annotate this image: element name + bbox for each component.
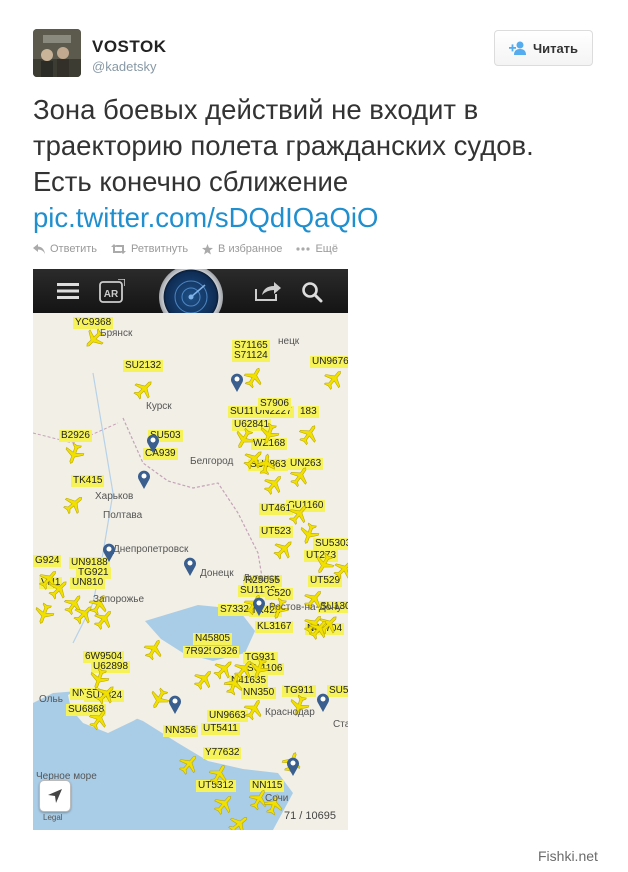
flight-label[interactable]: UN810 [70,577,106,589]
flight-label[interactable]: SU2132 [123,360,164,372]
aircraft-icon[interactable] [258,422,280,445]
aircraft-icon[interactable] [223,673,245,696]
aircraft-icon[interactable] [308,618,330,640]
aircraft-icon[interactable] [298,522,320,545]
airport-pin-icon[interactable] [183,556,197,576]
city-label: Харьков [95,491,134,502]
aircraft-icon[interactable] [33,602,55,625]
aircraft-icon[interactable] [208,763,230,786]
city-label: Брянск [100,328,133,339]
author-handle[interactable]: @kadetsky [92,59,157,74]
airport-pin-icon[interactable] [252,596,266,616]
flight-label[interactable]: B2926 [59,430,92,442]
favorite-label: В избранное [218,243,283,255]
aircraft-icon[interactable] [333,558,348,580]
menu-icon[interactable] [57,282,79,300]
more-action[interactable]: Ещё [296,243,338,255]
aircraft-icon[interactable] [273,538,295,560]
city-label: Ста [333,719,348,730]
aircraft-icon[interactable] [193,668,215,690]
location-arrow-icon [48,789,62,803]
flight-label[interactable]: TK415 [71,475,105,487]
aircraft-icon[interactable] [298,423,320,446]
add-user-icon [508,41,527,55]
tweet-media-link[interactable]: pic.twitter.com/sDQdIQaQiO [33,200,593,236]
aircraft-icon[interactable] [243,366,265,389]
city-label: Краснодар [265,707,315,718]
city-label: Ростов-на-Дону [269,602,342,613]
share-icon[interactable] [254,281,282,301]
reply-action[interactable]: Ответить [33,243,97,255]
flight-label[interactable]: Y77632 [203,747,242,759]
follow-button[interactable]: Читать [494,30,593,66]
more-label: Ещё [315,243,338,255]
aircraft-icon[interactable] [178,753,200,775]
city-label: Донецк [200,568,234,579]
flight-label[interactable]: NN356 [163,725,199,737]
city-label: Сочи [265,793,289,804]
flight-map[interactable]: YC9368 SU2132 S71165 S71124 UN9676 SU503 CA939… [33,313,348,830]
favorite-action[interactable]: В избранное [202,243,282,255]
retweet-icon [111,244,127,254]
reply-icon [33,244,45,254]
aircraft-icon[interactable] [95,683,117,705]
flight-label[interactable]: S71124 [232,350,270,362]
author-name[interactable]: VOSTOK [92,37,166,57]
app-toolbar: AR [33,269,348,329]
aircraft-icon[interactable] [143,638,165,661]
flight-tracker-screenshot[interactable]: AR YC9368 SU2132 S71165 S71124 UN9676 SU… [33,269,348,830]
aircraft-icon[interactable] [323,368,345,390]
aircraft-icon[interactable] [88,708,110,731]
aircraft-icon[interactable] [263,473,285,495]
locate-me-button[interactable] [39,780,71,812]
city-label: нецк [278,336,300,347]
city-label: Полтава [103,510,143,521]
aircraft-icon[interactable] [93,608,115,630]
city-label: Белгород [190,456,234,467]
flight-label[interactable]: S7906 [258,398,291,410]
airport-pin-icon[interactable] [102,542,116,562]
aircraft-icon[interactable] [243,698,265,721]
airport-pin-icon[interactable] [316,692,330,712]
svg-text:AR: AR [104,289,119,300]
legal-link[interactable]: Legal [43,813,63,822]
flight-label[interactable]: UT523 [259,526,294,538]
author-avatar[interactable] [33,29,81,77]
aircraft-icon[interactable] [213,793,235,815]
reply-label: Ответить [50,243,98,255]
flight-label[interactable]: 183 [298,406,319,418]
tweet-text: Зона боевых действий не входит в траекто… [33,92,593,236]
city-label: Днепропетровск [113,544,189,555]
city-label: Запорожье [93,594,145,605]
more-dots-icon [296,247,311,251]
retweet-action[interactable]: Ретвитнуть [111,243,188,255]
favorite-star-icon [202,243,214,254]
city-label: Курск [146,401,172,412]
retweet-label: Ретвитнуть [131,243,189,255]
flight-label[interactable]: UT5411 [201,723,240,735]
flight-label[interactable]: KL3167 [255,621,294,633]
flight-label[interactable]: SU5 [327,685,348,697]
airport-pin-icon[interactable] [230,372,244,392]
flight-counter: 71 / 10695 [284,810,336,822]
airport-pin-icon[interactable] [168,694,182,714]
airport-pin-icon[interactable] [137,469,151,489]
search-icon[interactable] [301,281,323,303]
city-label: Луганск [243,573,279,584]
ar-view-icon[interactable]: AR [99,279,125,303]
tweet-body: Зона боевых действий не входит в траекто… [33,94,534,197]
city-label: Ольь [39,694,63,705]
aircraft-icon[interactable] [63,493,85,515]
aircraft-icon[interactable] [289,465,311,488]
aircraft-icon[interactable] [228,813,250,830]
tweet-actions: Ответить Ретвитнуть В избранное Ещё [33,243,338,255]
aircraft-icon[interactable] [63,442,85,465]
watermark: Fishki.net [538,848,598,864]
aircraft-icon[interactable] [148,687,170,710]
aircraft-icon[interactable] [133,378,155,400]
flight-label[interactable]: N45805 [193,633,233,645]
airport-pin-icon[interactable] [286,756,300,776]
follow-button-label: Читать [532,40,579,56]
airport-pin-icon[interactable] [146,433,160,453]
